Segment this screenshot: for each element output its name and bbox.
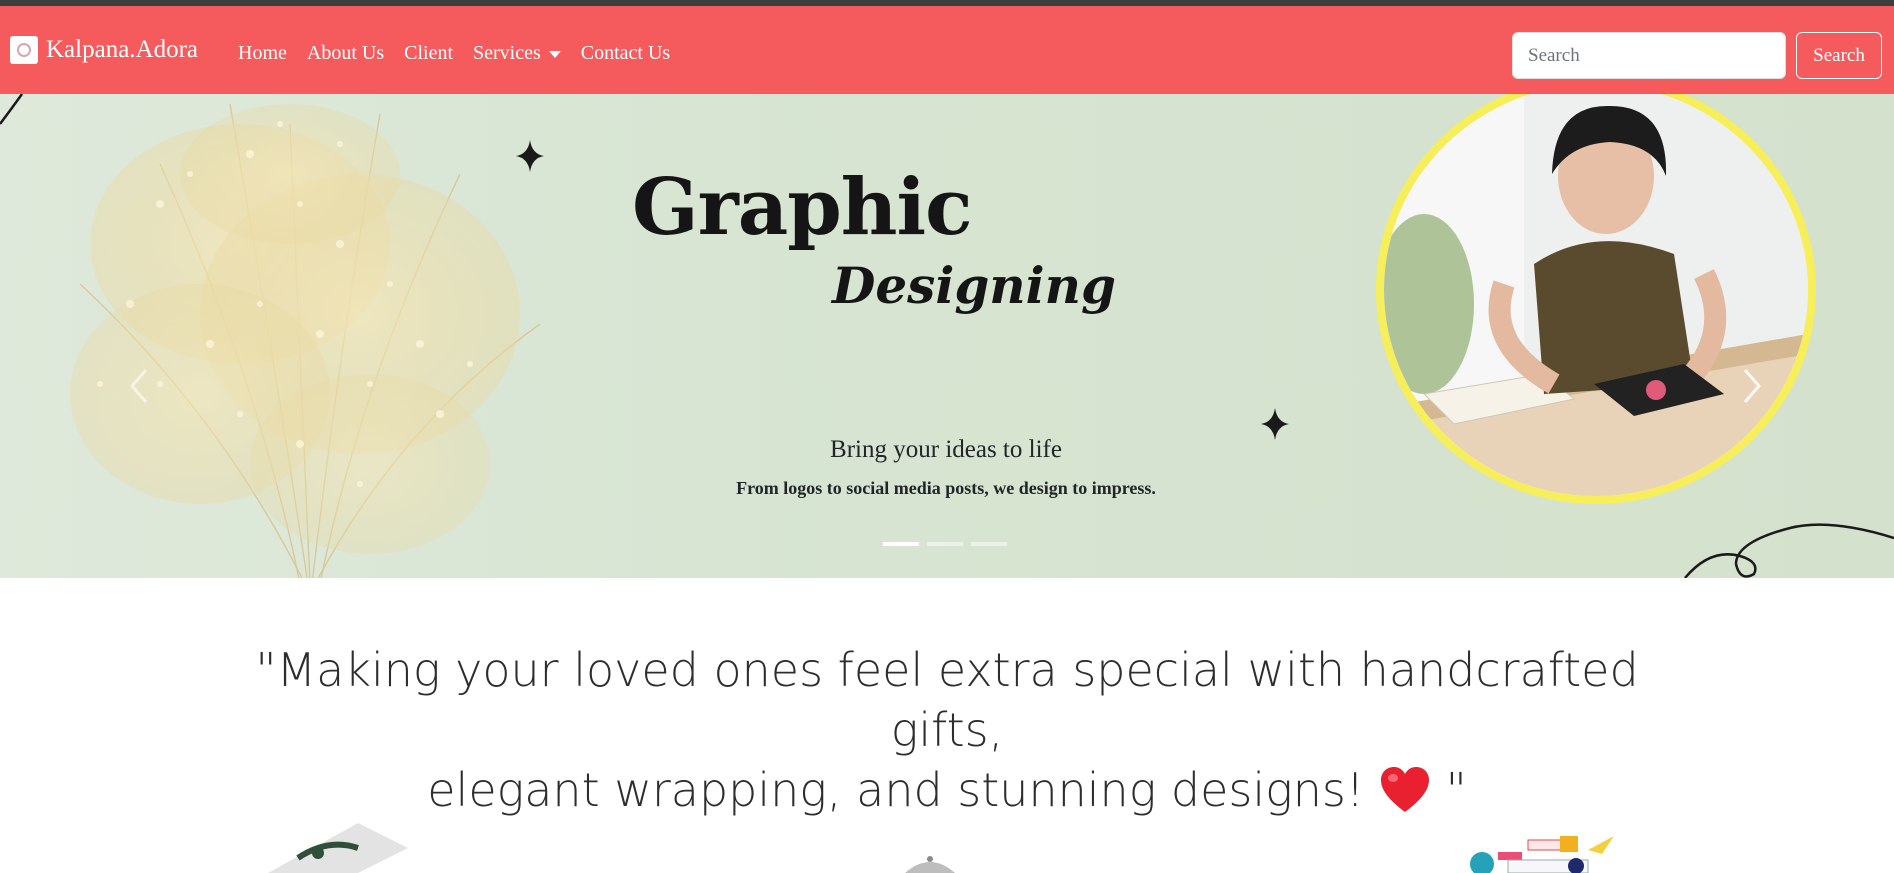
decorative-curve-icon — [0, 94, 24, 125]
decorative-curve-icon — [1684, 523, 1894, 578]
tagline-quote: "Making your loved ones feel extra speci… — [220, 640, 1674, 820]
nav-services-dropdown[interactable]: Services — [473, 42, 561, 65]
navbar: Kalpana.Adora Home About Us Client Servi… — [0, 6, 1894, 94]
nav-home[interactable]: Home — [238, 42, 287, 65]
brand-logo-icon — [10, 36, 38, 64]
heart-icon — [1380, 767, 1429, 812]
hero-title-graphic: Graphic — [632, 162, 973, 253]
nav-services-label: Services — [473, 42, 541, 64]
caption-heading: Bring your ideas to life — [830, 436, 1062, 463]
quote-line-1: "Making your loved ones feel extra speci… — [255, 643, 1639, 757]
hero-title-designing: Designing — [832, 256, 1116, 315]
search-input[interactable] — [1512, 32, 1786, 79]
quote-end: " — [1445, 763, 1467, 817]
hero-carousel: Graphic Designing Bring your ideas to li… — [0, 94, 1894, 578]
carousel-prev-icon[interactable] — [128, 366, 150, 406]
caption-text: From logos to social media posts, we des… — [736, 478, 1156, 498]
quote-line-2: elegant wrapping, and stunning designs! … — [220, 760, 1674, 820]
nav-about-us[interactable]: About Us — [307, 42, 384, 65]
carousel-next-icon[interactable] — [1741, 366, 1763, 406]
gift-box-image — [268, 823, 408, 873]
designer-portrait-image — [1376, 94, 1816, 504]
nav-client[interactable]: Client — [404, 42, 453, 65]
brand-name: Kalpana.Adora — [46, 36, 199, 63]
carousel-indicator[interactable] — [971, 542, 1007, 546]
carousel-indicator[interactable] — [883, 542, 919, 546]
brand-link[interactable]: Kalpana.Adora — [10, 36, 198, 64]
quote-line-2-text: elegant wrapping, and stunning designs! — [427, 763, 1365, 817]
carousel-indicators — [883, 542, 1007, 546]
search-button[interactable]: Search — [1796, 32, 1882, 79]
carousel-caption: Bring your ideas to life From logos to s… — [546, 436, 1346, 499]
carousel-indicator[interactable] — [927, 542, 963, 546]
design-tools-image — [1470, 836, 1614, 873]
nav-links: Home About Us Client Services Contact Us — [238, 42, 690, 65]
cloche-image — [905, 856, 955, 873]
nav-contact-us[interactable]: Contact Us — [581, 42, 670, 65]
sparkle-icon — [516, 140, 544, 172]
caret-down-icon — [548, 50, 561, 58]
